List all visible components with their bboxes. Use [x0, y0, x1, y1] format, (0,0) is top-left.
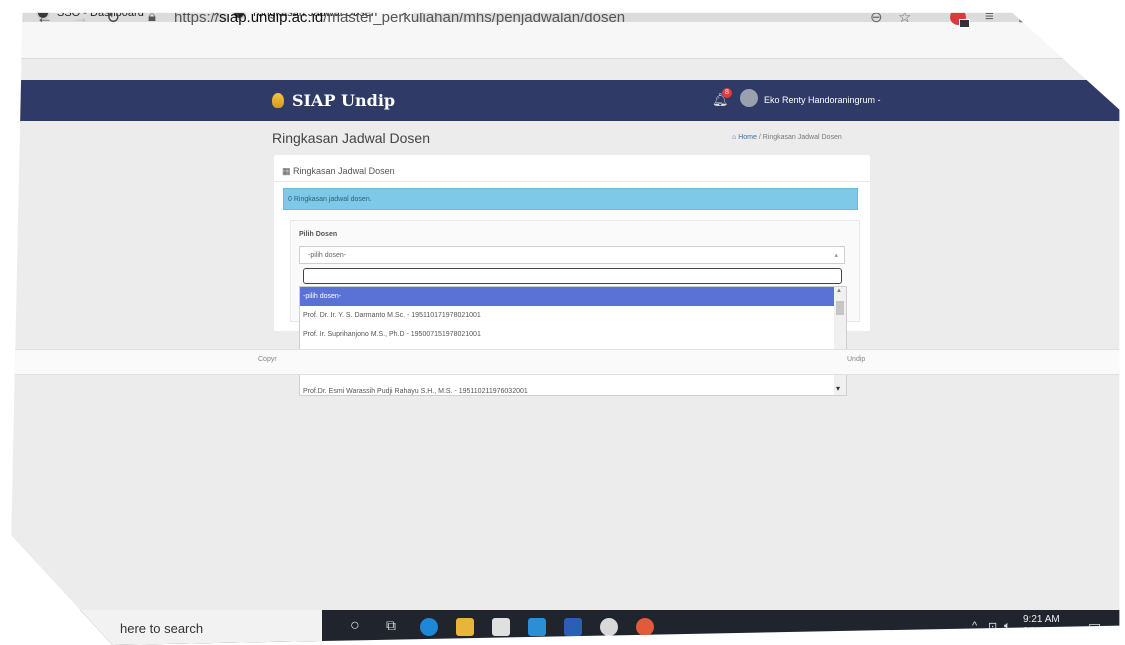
favorite-star-icon[interactable]: ☆	[898, 13, 911, 26]
dropdown-scrollbar[interactable]: ▲ ▾	[834, 287, 846, 395]
chrome-canary-icon[interactable]	[636, 618, 654, 636]
dropdown-option[interactable]: -pilih dosen-	[300, 287, 846, 306]
dropdown-option[interactable]: Prof. Dr. Ir. Y. S. Darmanto M.Sc. - 195…	[300, 306, 846, 325]
task-view-icon[interactable]: ⧉	[386, 617, 396, 634]
volume-icon[interactable]: 🔈︎	[1004, 620, 1011, 633]
select-value: -pilih dosen-	[308, 252, 347, 259]
page-footer	[11, 349, 1120, 375]
edge-icon[interactable]	[420, 618, 438, 636]
page-title: Ringkasan Jadwal Dosen	[272, 130, 430, 146]
dosen-select[interactable]: -pilih dosen- ▴	[299, 246, 845, 264]
field-label: Pilih Dosen	[299, 231, 338, 238]
address-url[interactable]: https://siap.undip.ac.id/master_perkulia…	[174, 9, 626, 26]
refresh-icon[interactable]: ↻	[106, 13, 120, 28]
lock-icon: 🔒︎	[148, 8, 156, 25]
notification-center-icon[interactable]: ▤	[1088, 620, 1101, 637]
favorites-list-icon[interactable]: ≡	[985, 13, 994, 25]
scroll-thumb[interactable]	[836, 301, 844, 315]
dropdown-option[interactable]: Prof.Dr. Esmi Warassih Pudji Rahayu S.H.…	[300, 382, 846, 395]
breadcrumb-separator: /	[758, 134, 761, 141]
taskbar-clock[interactable]: 9:21 AM 8/31/2020	[1023, 614, 1060, 636]
chrome-icon[interactable]	[600, 618, 618, 636]
word-icon[interactable]	[564, 618, 582, 636]
url-domain: siap.undip.ac.id	[219, 9, 324, 26]
url-path: /master_perkuliahan/mhs/penjadwalan/dose…	[323, 9, 626, 26]
extension-icon[interactable]	[950, 12, 970, 28]
breadcrumb-home-link[interactable]: ⌂ Home	[732, 134, 757, 141]
zoom-icon[interactable]: ⊖	[870, 13, 883, 26]
brand-text: SIAP Undip	[292, 91, 396, 110]
footer-copyright: Copyr	[258, 356, 277, 363]
forward-icon[interactable]: →	[72, 13, 89, 28]
card-header: ▦ Ringkasan Jadwal Dosen	[282, 166, 395, 177]
back-icon[interactable]: ←	[36, 13, 53, 28]
mail-icon[interactable]	[528, 618, 546, 636]
user-menu[interactable]: Eko Renty Handoraningrum -	[764, 95, 881, 105]
address-toolbar	[11, 22, 1120, 59]
info-alert: 0 Ringkasan jadwal dosen.	[283, 188, 858, 210]
url-prefix: https://	[174, 9, 220, 26]
cortana-icon[interactable]: ○	[350, 617, 360, 635]
tray-chevron-icon[interactable]: ^	[972, 620, 977, 632]
user-avatar[interactable]	[740, 89, 758, 107]
site-navbar	[11, 80, 1120, 121]
store-icon[interactable]	[492, 618, 510, 636]
clock-date: 8/31/2020	[1023, 626, 1060, 635]
table-icon: ▦	[282, 166, 291, 176]
dropdown-option[interactable]: Prof. Ir. Suprihanjono M.S., Ph.D - 1950…	[300, 325, 846, 344]
undip-logo-icon	[272, 93, 284, 108]
card-divider	[274, 181, 870, 182]
dropdown-search-input[interactable]	[303, 268, 842, 284]
chevron-up-icon: ▴	[834, 252, 838, 259]
scroll-down-icon[interactable]: ▾	[836, 384, 840, 393]
breadcrumb-home-label: Home	[738, 134, 757, 141]
file-explorer-icon[interactable]	[456, 618, 474, 636]
network-icon[interactable]: ⊡	[988, 620, 997, 633]
tab-title: SSO - Dashboard	[57, 6, 144, 19]
notification-badge: 8	[722, 88, 732, 98]
card-title: Ringkasan Jadwal Dosen	[293, 166, 395, 176]
footer-undip: Undip	[847, 356, 866, 363]
scroll-up-icon[interactable]: ▲	[836, 288, 842, 294]
breadcrumb-current: Ringkasan Jadwal Dosen	[762, 134, 842, 141]
clock-time: 9:21 AM	[1023, 614, 1060, 625]
breadcrumb: ⌂ Home / Ringkasan Jadwal Dosen	[732, 134, 842, 141]
dosen-dropdown-list: -pilih dosen- Prof. Dr. Ir. Y. S. Darman…	[299, 286, 847, 396]
collections-icon[interactable]: ⊞	[1018, 13, 1031, 26]
site-brand[interactable]: SIAP Undip	[272, 91, 395, 110]
screenshot: SSO - Dashboard × Ringkasan Jadwal Dosen…	[11, 6, 1120, 645]
taskbar-search-text: here to search	[120, 621, 204, 636]
